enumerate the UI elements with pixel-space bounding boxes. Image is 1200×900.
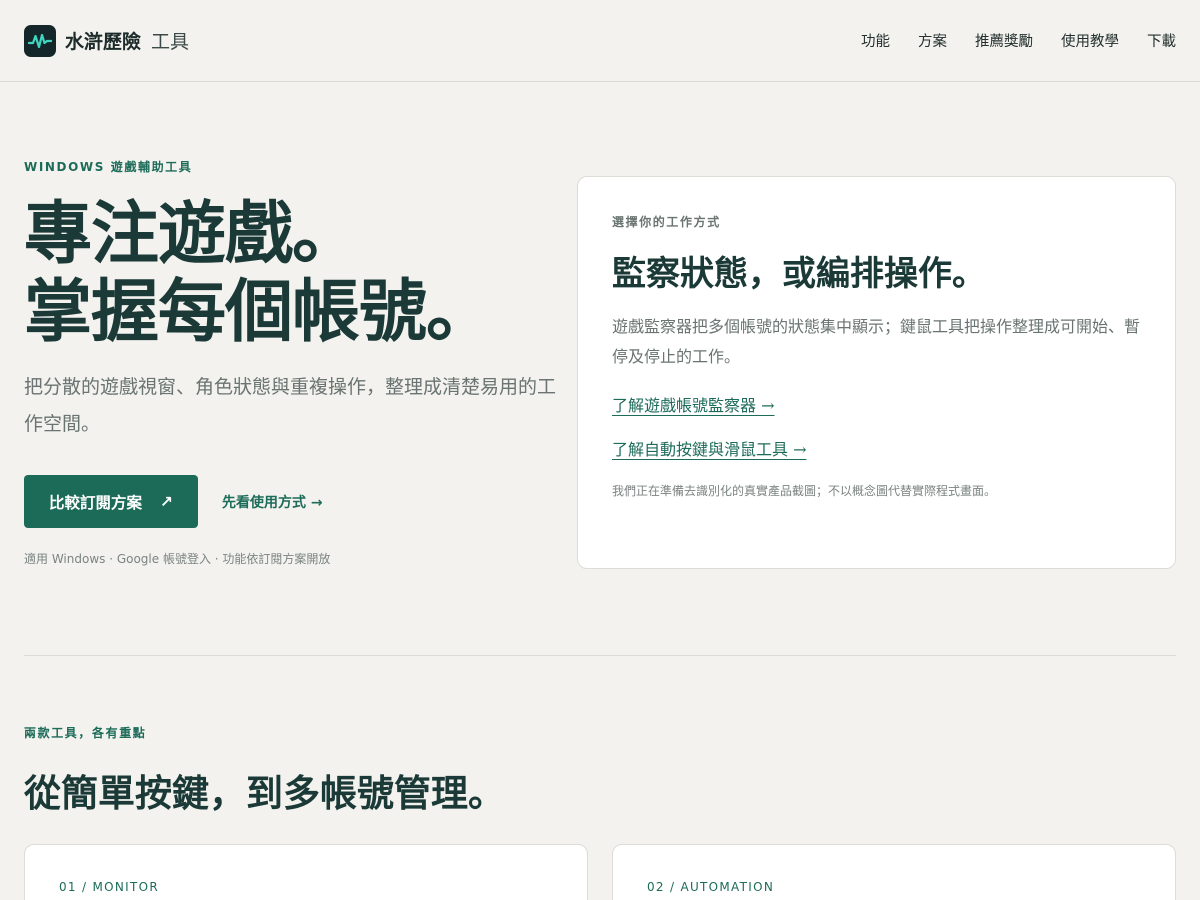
arrow-up-right-icon: ↗	[160, 492, 173, 511]
pulse-wave-icon	[24, 24, 56, 57]
nav-plans[interactable]: 方案	[918, 30, 947, 51]
card-eyebrow: 選擇你的工作方式	[612, 215, 721, 229]
section-eyebrow: 兩款工具，各有重點	[24, 726, 147, 740]
card-note: 我們正在準備去識別化的真實產品截圖；不以概念圖代替實際程式畫面。	[612, 484, 997, 498]
monitor-feature-card[interactable]: 01 / MONITOR	[24, 844, 588, 900]
monitor-feature-label: 01 / MONITOR	[59, 880, 159, 894]
nav-features[interactable]: 功能	[861, 30, 890, 51]
hero-eyebrow: WINDOWS 遊戲輔助工具	[24, 160, 193, 174]
automation-link[interactable]: 了解自動按鍵與滑鼠工具 →	[612, 436, 807, 460]
card-description: 遊戲監察器把多個帳號的狀態集中顯示；鍵鼠工具把操作整理成可開始、暫停及停止的工作…	[612, 317, 1141, 366]
section-title: 從簡單按鍵，到多帳號管理。	[24, 771, 505, 815]
hero: WINDOWS 遊戲輔助工具 專注遊戲。 掌握每個帳號。 把分散的遊戲視窗、角色…	[24, 158, 564, 567]
hero-description: 把分散的遊戲視窗、角色狀態與重複操作，整理成清楚易用的工作空間。	[24, 376, 557, 435]
automation-feature-card[interactable]: 02 / AUTOMATION	[612, 844, 1176, 900]
automation-feature-label: 02 / AUTOMATION	[647, 880, 775, 894]
section-divider	[24, 655, 1176, 656]
card-title: 監察狀態，或編排操作。	[612, 254, 986, 294]
brand-name: 水滸歷險	[65, 31, 142, 53]
hero-note: 適用 Windows · Google 帳號登入 · 功能依訂閱方案開放	[24, 552, 331, 566]
nav-tutorial[interactable]: 使用教學	[1061, 30, 1119, 51]
nav-referral[interactable]: 推薦獎勵	[975, 30, 1033, 51]
nav-download[interactable]: 下載	[1147, 30, 1176, 51]
cta-row: 比較訂閱方案 ↗ 先看使用方式 →	[24, 475, 564, 528]
compare-plans-button[interactable]: 比較訂閱方案 ↗	[24, 475, 198, 528]
monitor-link[interactable]: 了解遊戲帳號監察器 →	[612, 392, 775, 416]
hero-title: 專注遊戲。 掌握每個帳號。	[24, 195, 564, 351]
compare-plans-label: 比較訂閱方案	[48, 493, 142, 512]
site-header: 水滸歷險 工具 功能 方案 推薦獎勵 使用教學 下載	[0, 0, 1200, 82]
brand[interactable]: 水滸歷險 工具	[24, 24, 190, 57]
hero-title-line-1: 專注遊戲。	[24, 194, 360, 274]
how-to-use-link[interactable]: 先看使用方式 →	[222, 492, 323, 512]
main-nav: 功能 方案 推薦獎勵 使用教學 下載	[861, 30, 1176, 51]
brand-subtitle: 工具	[151, 31, 190, 53]
work-mode-card: 選擇你的工作方式 監察狀態，或編排操作。 遊戲監察器把多個帳號的狀態集中顯示；鍵…	[577, 176, 1176, 569]
hero-title-line-2: 掌握每個帳號。	[24, 272, 494, 352]
